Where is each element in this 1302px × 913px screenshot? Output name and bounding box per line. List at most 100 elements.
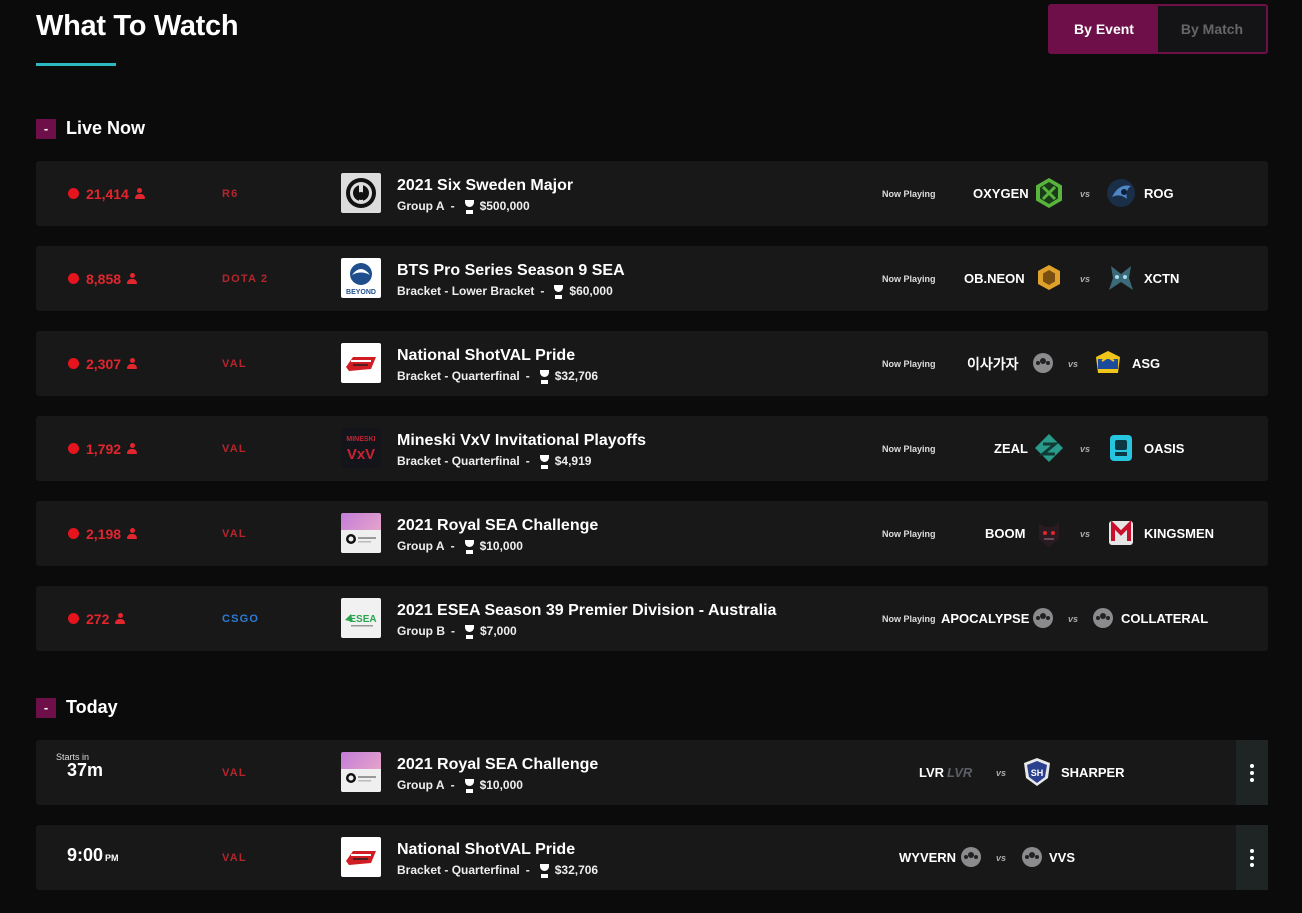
team1-name[interactable]: ZEAL	[994, 416, 1028, 481]
more-options-button[interactable]	[1236, 740, 1268, 805]
event-logo-shotval[interactable]	[341, 837, 381, 877]
event-logo-shotval[interactable]	[341, 343, 381, 383]
team2-name[interactable]: KINGSMEN	[1144, 501, 1214, 566]
event-name[interactable]: BTS Pro Series Season 9 SEA	[397, 262, 625, 280]
match-row[interactable]: 1,792 VAL MINESKI VxV Mineski VxV Invitat…	[36, 416, 1268, 481]
team1-name[interactable]: WYVERN	[899, 825, 956, 890]
trophy-icon	[538, 863, 551, 878]
vs-label: vs	[1080, 443, 1091, 454]
dot-icon	[1250, 770, 1254, 775]
zeal-logo-icon	[1033, 432, 1065, 464]
starts-in-value: 37m	[67, 760, 104, 780]
match-row[interactable]: 9:00 PM VAL National ShotVAL Pride Bracke…	[36, 825, 1268, 890]
match-row[interactable]: 21,414 R6 2021 Six Sweden Major Group A-…	[36, 161, 1268, 226]
live-dot-icon	[68, 443, 79, 454]
game-label: DOTA 2	[222, 272, 269, 285]
game-label: VAL	[222, 442, 247, 455]
xctn-logo-icon	[1105, 262, 1137, 294]
vs-label: vs	[996, 852, 1007, 863]
live-dot-icon	[68, 358, 79, 369]
dot-icon	[1250, 777, 1254, 782]
team1-name[interactable]: LVR	[919, 740, 944, 805]
match-row[interactable]: Starts in 37m VAL 2021 Royal SEA Challen…	[36, 740, 1268, 805]
oasis-logo-icon	[1105, 432, 1137, 464]
team1-name[interactable]: OXYGEN	[973, 161, 1029, 226]
vs-label: vs	[1068, 613, 1079, 624]
oxygen-logo-icon	[1033, 177, 1065, 209]
match-row[interactable]: 2,198 VAL 2021 Royal SEA Challenge Group…	[36, 501, 1268, 566]
team2-name[interactable]: SHARPER	[1061, 740, 1125, 805]
event-name[interactable]: 2021 Royal SEA Challenge	[397, 756, 598, 774]
now-playing-label: Now Playing	[882, 358, 936, 369]
event-name[interactable]: National ShotVAL Pride	[397, 841, 575, 859]
live-dot-icon	[68, 273, 79, 284]
now-playing-label: Now Playing	[882, 613, 936, 624]
event-logo-esea[interactable]: ESEA	[341, 598, 381, 638]
now-playing-label: Now Playing	[882, 188, 936, 199]
match-row[interactable]: 8,858 DOTA 2 BEYOND BTS Pro Series Seaso…	[36, 246, 1268, 311]
event-details: Bracket - Lower Bracket - $60,000	[397, 284, 613, 299]
team1-name[interactable]: 이사가자	[967, 331, 1019, 396]
default-team-logo-icon	[961, 847, 981, 867]
event-details: Bracket - Quarterfinal - $32,706	[397, 863, 599, 878]
live-now-label: Live Now	[66, 118, 146, 138]
default-team-logo-icon	[1033, 353, 1053, 373]
viewer-icon	[127, 443, 138, 454]
team2-name[interactable]: OASIS	[1144, 416, 1184, 481]
team1-name[interactable]: BOOM	[985, 501, 1025, 566]
page-title: What To Watch	[36, 10, 239, 42]
event-name[interactable]: Mineski VxV Invitational Playoffs	[397, 432, 646, 450]
boom-logo-icon	[1033, 517, 1065, 549]
dot-icon	[1250, 855, 1254, 860]
vs-label: vs	[1080, 188, 1091, 199]
event-name[interactable]: 2021 Six Sweden Major	[397, 177, 573, 195]
now-playing-label: Now Playing	[882, 273, 936, 284]
event-logo-royal-sea[interactable]	[341, 513, 381, 553]
now-playing-label: Now Playing	[882, 528, 936, 539]
event-logo-bts[interactable]: BEYOND	[341, 258, 381, 298]
event-logo-mineski[interactable]: MINESKI VxV	[341, 428, 381, 468]
event-details: Group B - $7,000	[397, 624, 517, 639]
event-name[interactable]: National ShotVAL Pride	[397, 347, 575, 365]
live-dot-icon	[68, 613, 79, 624]
svg-text:BEYOND: BEYOND	[346, 289, 376, 296]
live-collapse-button[interactable]: -	[36, 118, 56, 139]
trophy-icon	[463, 624, 476, 639]
event-name[interactable]: 2021 Royal SEA Challenge	[397, 517, 598, 535]
game-label: R6	[222, 187, 239, 200]
game-label: VAL	[222, 851, 247, 864]
event-details: Group A - $10,000	[397, 539, 523, 554]
event-logo-royal-sea[interactable]	[341, 752, 381, 792]
match-time: 9:00 PM	[67, 845, 119, 865]
team2-name[interactable]: VVS	[1049, 825, 1075, 890]
event-details: Group A - $500,000	[397, 199, 530, 214]
trophy-icon	[463, 778, 476, 793]
team2-name[interactable]: COLLATERAL	[1121, 586, 1208, 651]
today-label: Today	[66, 697, 118, 717]
team1-name[interactable]: APOCALYPSE	[941, 586, 1029, 651]
trophy-icon	[538, 454, 551, 469]
more-options-button[interactable]	[1236, 825, 1268, 890]
today-collapse-button[interactable]: -	[36, 697, 56, 718]
svg-text:ESEA: ESEA	[349, 614, 376, 625]
match-row[interactable]: 2,307 VAL National ShotVAL Pride Bracket…	[36, 331, 1268, 396]
live-dot-icon	[68, 528, 79, 539]
vs-label: vs	[1080, 528, 1091, 539]
today-header: - Today	[36, 697, 118, 718]
viewer-count: 2,307	[68, 331, 138, 396]
team1-name[interactable]: OB.NEON	[964, 246, 1025, 311]
live-now-header: - Live Now	[36, 118, 145, 139]
match-row[interactable]: 272 CSGO ESEA 2021 ESEA Season 39 Premie…	[36, 586, 1268, 651]
team2-name[interactable]: ASG	[1132, 331, 1160, 396]
event-logo-r6[interactable]	[341, 173, 381, 213]
game-label: VAL	[222, 357, 247, 370]
title-underline	[36, 63, 116, 66]
default-team-logo-icon	[1093, 608, 1113, 628]
team2-name[interactable]: ROG	[1144, 161, 1174, 226]
team2-name[interactable]: XCTN	[1144, 246, 1179, 311]
by-event-button[interactable]: By Event	[1050, 6, 1158, 52]
viewer-icon	[127, 358, 138, 369]
vs-label: vs	[1068, 358, 1079, 369]
by-match-button[interactable]: By Match	[1158, 6, 1266, 52]
event-name[interactable]: 2021 ESEA Season 39 Premier Division - A…	[397, 602, 776, 620]
